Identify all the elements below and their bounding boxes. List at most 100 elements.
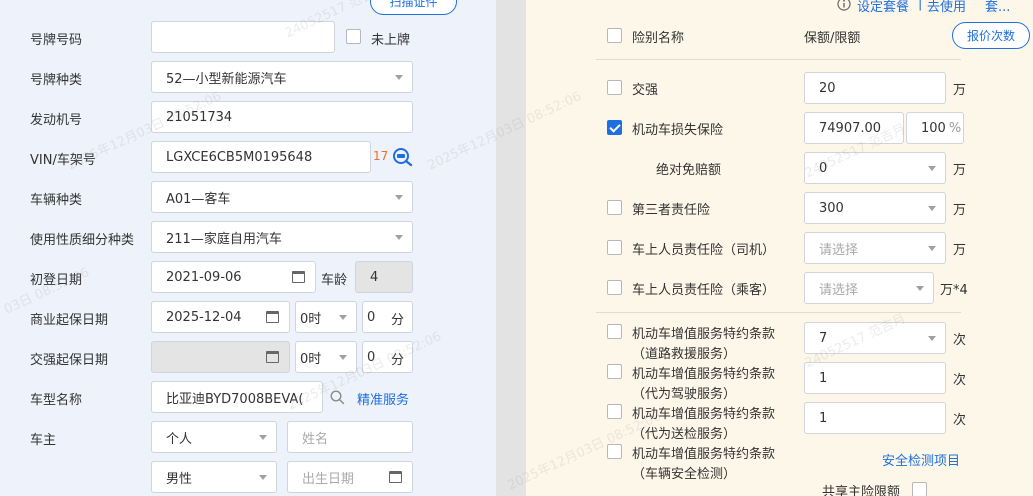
commercial-start-date-input[interactable]: 2025-12-04 — [151, 301, 290, 333]
commercial-start-minute-input[interactable]: 0分 — [362, 301, 413, 333]
more-packages-link[interactable]: 套... — [985, 0, 1010, 15]
vin-query-icon[interactable] — [392, 147, 414, 167]
third-party-select[interactable]: 300 — [804, 192, 946, 224]
owner-gender-select[interactable]: 男性 — [151, 461, 277, 493]
quote-count-button[interactable]: 报价次数 — [952, 22, 1030, 49]
chevron-down-icon — [339, 315, 347, 320]
vehicle-damage-percent-input[interactable]: 100% — [906, 112, 964, 144]
chevron-down-icon — [928, 336, 936, 341]
commercial-hour-value: 0时 — [300, 311, 322, 327]
model-name-input[interactable]: 比亚迪BYD7008BEVA( — [151, 381, 323, 413]
third-party-checkbox[interactable] — [607, 200, 622, 215]
designated-driving-checkbox[interactable] — [607, 364, 622, 379]
passenger-liability-unit: 万*4 — [940, 283, 968, 298]
roadside-assist-checkbox[interactable] — [607, 324, 622, 339]
vin-length-count: 17 — [373, 149, 389, 163]
calendar-icon — [266, 311, 279, 323]
select-all-checkbox[interactable] — [607, 28, 622, 43]
owner-label: 车主 — [30, 433, 57, 448]
info-icon — [837, 0, 851, 11]
passenger-liability-select[interactable]: 请选择 — [804, 272, 934, 304]
vehicle-damage-amount-input[interactable]: 74907.00 — [804, 112, 904, 144]
first-registration-date-input[interactable]: 2021-09-06 — [151, 261, 316, 293]
chevron-down-icon — [395, 75, 403, 80]
driver-liability-checkbox[interactable] — [607, 240, 622, 255]
owner-type-select[interactable]: 个人 — [151, 421, 277, 453]
coverage-panel: 设定套餐 | 去使用 套... 险别名称 保额/限额 报价次数 交强 20 万 … — [526, 0, 1033, 496]
owner-birth-date-input[interactable]: 出生日期 — [287, 461, 413, 493]
calendar-icon — [292, 271, 305, 283]
third-party-label: 第三者责任险 — [632, 203, 711, 218]
passenger-liability-placeholder: 请选择 — [819, 282, 859, 298]
chevron-down-icon — [395, 195, 403, 200]
vin-value: LGXCE6CB5M0195648 — [166, 149, 313, 165]
deductible-select[interactable]: 0 — [804, 152, 946, 184]
unregistered-checkbox[interactable] — [346, 29, 361, 44]
compulsory-minute-value: 0 — [367, 349, 376, 365]
inspection-delivery-sublabel: （代为送检服务） — [632, 427, 737, 442]
vehicle-damage-checkbox[interactable] — [607, 120, 622, 135]
owner-gender-value: 男性 — [166, 471, 193, 487]
remove-use-link[interactable]: 去使用 — [927, 0, 966, 15]
model-name-value: 比亚迪BYD7008BEVA( — [166, 391, 304, 407]
compulsory-amount-input[interactable]: 20 — [804, 72, 946, 104]
compulsory-checkbox[interactable] — [607, 80, 622, 95]
driver-liability-select[interactable]: 请选择 — [804, 232, 946, 264]
plate-number-input[interactable] — [151, 21, 335, 53]
safety-check-checkbox[interactable] — [607, 444, 622, 459]
compulsory-start-label: 交强起保日期 — [30, 353, 109, 368]
plate-number-label: 号牌号码 — [30, 33, 83, 48]
birth-date-placeholder: 出生日期 — [302, 471, 355, 487]
driver-liability-label: 车上人员责任险（司机） — [632, 243, 776, 258]
coverage-name-header: 险别名称 — [632, 31, 685, 46]
first-registration-label: 初登日期 — [30, 273, 83, 288]
passenger-liability-checkbox[interactable] — [607, 280, 622, 295]
owner-name-placeholder: 姓名 — [302, 431, 329, 447]
roadside-assist-unit: 次 — [953, 333, 967, 348]
roadside-assist-value: 7 — [819, 330, 828, 346]
commercial-start-date-value: 2025-12-04 — [166, 309, 242, 325]
vehicle-type-select[interactable]: A01—客车 — [151, 181, 413, 213]
compulsory-start-hour-select[interactable]: 0时 — [295, 341, 357, 373]
usage-type-label: 使用性质细分种类 — [30, 233, 135, 248]
safety-check-items-link[interactable]: 安全检测项目 — [882, 450, 960, 469]
compulsory-start-minute-input[interactable]: 0分 — [362, 341, 413, 373]
roadside-assist-sublabel: （道路救援服务） — [632, 347, 737, 362]
designated-driving-sublabel: （代为驾驶服务） — [632, 387, 737, 402]
passenger-liability-label: 车上人员责任险（乘客） — [632, 283, 776, 298]
roadside-assist-select[interactable]: 7 — [804, 322, 946, 354]
inspection-delivery-label: 机动车增值服务特约条款 — [632, 407, 776, 422]
shared-limit-checkbox[interactable] — [912, 482, 927, 496]
scan-document-button[interactable]: 扫描证件 — [370, 0, 457, 15]
chevron-down-icon — [928, 246, 936, 251]
owner-name-input[interactable]: 姓名 — [287, 421, 413, 453]
owner-type-value: 个人 — [166, 431, 193, 447]
driver-liability-placeholder: 请选择 — [819, 242, 859, 258]
designated-driving-input[interactable]: 1 — [804, 362, 946, 394]
precise-service-link[interactable]: 精准服务 — [357, 389, 409, 408]
compulsory-amount-value: 20 — [819, 80, 836, 96]
link-separator: | — [918, 0, 923, 11]
chevron-down-icon — [928, 166, 936, 171]
commercial-start-hour-select[interactable]: 0时 — [295, 301, 357, 333]
search-icon[interactable] — [330, 390, 345, 405]
inspection-delivery-input[interactable]: 1 — [804, 402, 946, 434]
engine-number-label: 发动机号 — [30, 113, 83, 128]
percent-unit: % — [948, 120, 962, 136]
usage-type-select[interactable]: 211—家庭自用汽车 — [151, 221, 413, 253]
minute-unit: 分 — [390, 353, 404, 368]
inspection-delivery-checkbox[interactable] — [607, 404, 622, 419]
vehicle-damage-percent-value: 100 — [921, 120, 946, 136]
vin-input[interactable]: LGXCE6CB5M0195648 — [151, 141, 371, 173]
chevron-down-icon — [339, 355, 347, 360]
calendar-icon — [266, 351, 279, 363]
designated-driving-unit: 次 — [953, 373, 967, 388]
vehicle-type-value: A01—客车 — [166, 191, 231, 207]
set-package-link[interactable]: 设定套餐 — [857, 0, 909, 15]
engine-number-input[interactable]: 21051734 — [151, 101, 413, 133]
plate-type-select[interactable]: 52—小型新能源汽车 — [151, 61, 413, 93]
compulsory-hour-value: 0时 — [300, 351, 322, 367]
vehicle-damage-amount-value: 74907.00 — [819, 120, 882, 136]
unregistered-label: 未上牌 — [371, 33, 411, 48]
minute-unit: 分 — [390, 313, 404, 328]
